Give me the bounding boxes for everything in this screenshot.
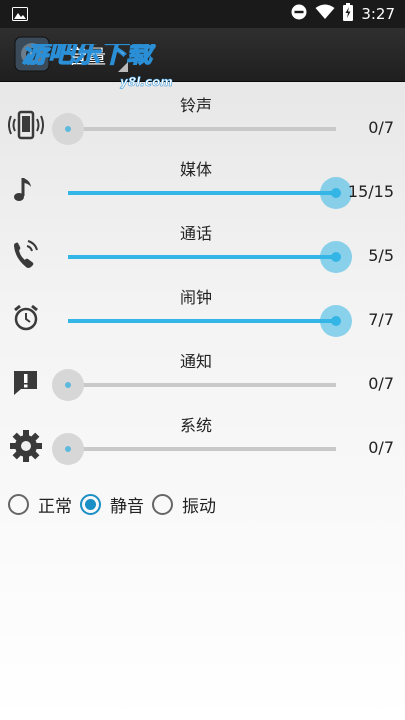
slider-thumb[interactable] (52, 433, 84, 465)
volume-value: 0/7 (368, 374, 394, 393)
volume-row-notification: 通知 0/7 (0, 348, 405, 412)
volume-row-call: 通话 5/5 (0, 220, 405, 284)
app-bar: 音量 游吧乐下载 y8l.com (0, 28, 405, 89)
volume-value: 5/5 (368, 246, 394, 265)
ringer-vibrate-icon (6, 106, 46, 146)
battery-charging-icon (343, 3, 354, 25)
clock: 3:27 (361, 5, 395, 23)
radio-vibrate[interactable]: 振动 (152, 492, 216, 517)
radio-label[interactable]: 正常 (38, 492, 72, 517)
music-note-icon (6, 170, 46, 210)
volume-value: 0/7 (368, 438, 394, 457)
slider-thumb[interactable] (52, 369, 84, 401)
slider-thumb[interactable] (320, 241, 352, 273)
volume-slider[interactable] (68, 177, 352, 209)
volume-slider[interactable] (52, 369, 336, 401)
volume-slider[interactable] (52, 433, 336, 465)
volume-slider[interactable] (52, 113, 336, 145)
radio-circle[interactable] (8, 493, 29, 515)
svg-text:游吧乐下载: 游吧乐下载 (22, 44, 156, 69)
notification-alert-icon (6, 362, 46, 402)
radio-label[interactable]: 振动 (182, 492, 216, 517)
radio-circle[interactable] (152, 493, 173, 515)
watermark-logo: 游吧乐下载 y8l.com (20, 38, 190, 98)
volume-value: 0/7 (368, 118, 394, 137)
volume-slider[interactable] (68, 241, 352, 273)
volume-row-system: 系统 0/7 (0, 412, 405, 476)
status-bar: 3:27 (0, 0, 405, 28)
radio-silent[interactable]: 静音 (80, 492, 144, 517)
row-label: 系统 (179, 416, 212, 435)
volume-slider[interactable] (68, 305, 352, 337)
slider-fill (68, 319, 336, 323)
svg-text:y8l.com: y8l.com (120, 75, 173, 89)
slider-fill (68, 255, 336, 259)
radio-label[interactable]: 静音 (110, 492, 144, 517)
volume-value: 7/7 (368, 310, 394, 329)
slider-fill (68, 191, 336, 195)
volume-row-alarm: 闹钟 7/7 (0, 284, 405, 348)
row-label: 通知 (179, 352, 212, 371)
wifi-icon (315, 4, 335, 24)
radio-circle[interactable] (80, 493, 101, 515)
slider-thumb[interactable] (52, 113, 84, 145)
do-not-disturb-icon (291, 4, 307, 24)
image-notification-icon (12, 6, 28, 25)
volume-row-ringer: 铃声 0/7 (0, 92, 405, 156)
radio-normal[interactable]: 正常 (8, 492, 72, 517)
volume-value: 15/15 (347, 182, 394, 201)
phone-call-icon (6, 234, 46, 274)
gear-icon (6, 426, 46, 466)
ring-mode-radio-group: 正常 静音 振动 (8, 492, 224, 517)
volume-row-media: 媒体 15/15 (0, 156, 405, 220)
alarm-clock-icon (6, 298, 46, 338)
row-label: 铃声 (179, 96, 212, 115)
slider-thumb[interactable] (320, 305, 352, 337)
